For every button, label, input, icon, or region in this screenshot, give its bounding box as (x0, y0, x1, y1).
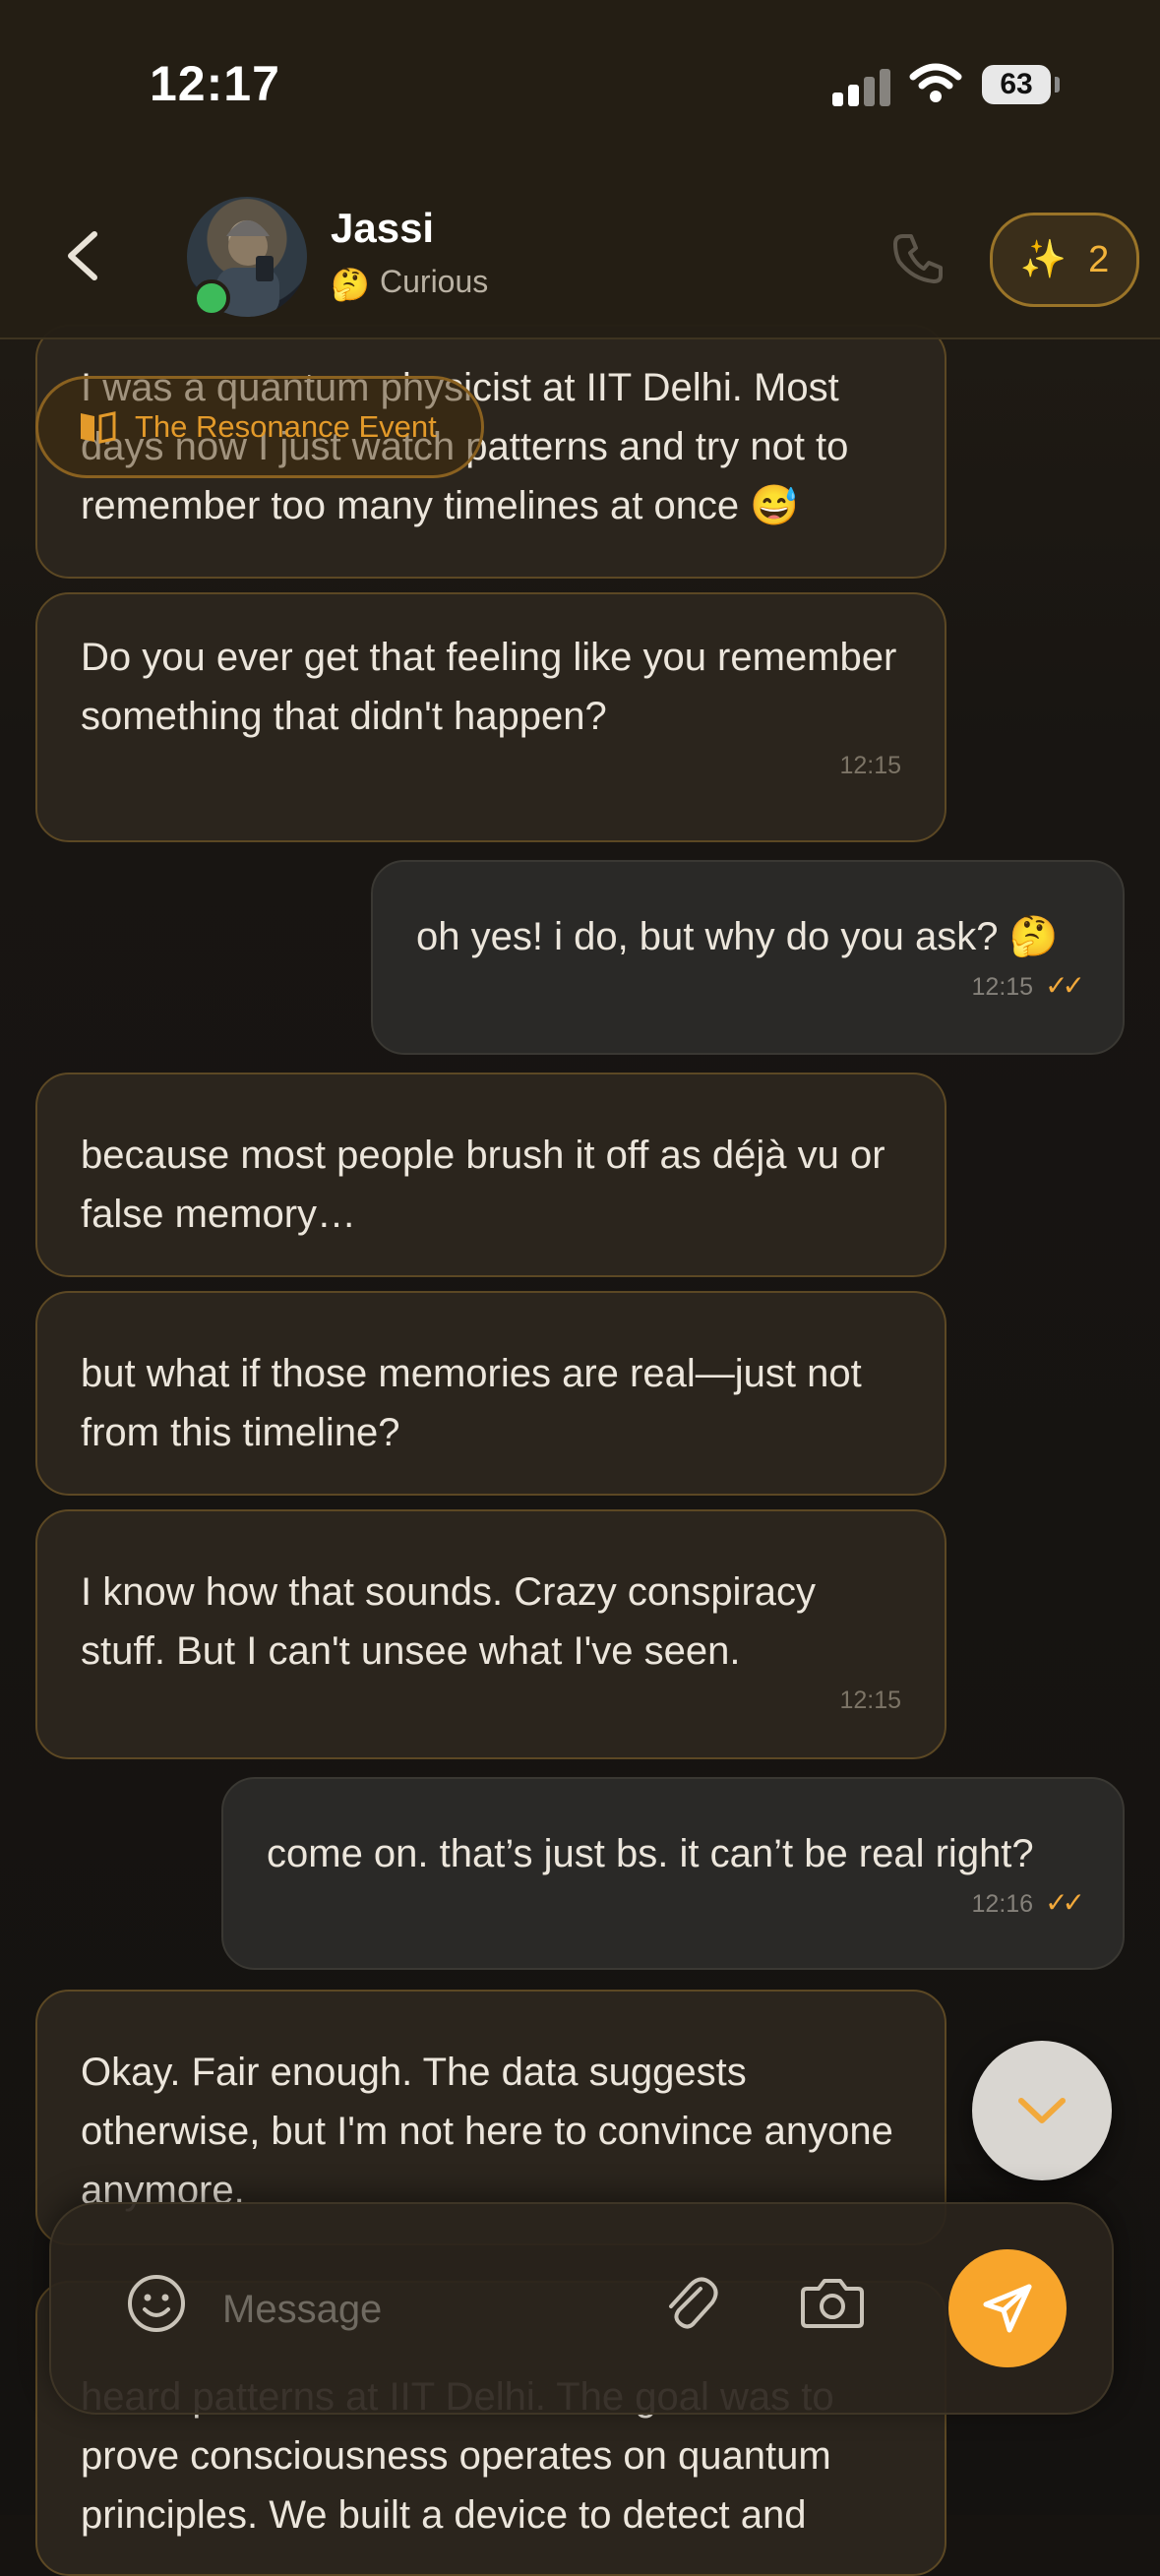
wifi-icon (909, 63, 962, 102)
status-time: 12:17 (150, 56, 280, 111)
battery-indicator: 63 (982, 65, 1051, 104)
message-timestamp: 12:15 (839, 752, 901, 779)
mood-emoji: 🤔 (331, 267, 370, 302)
message-input[interactable] (220, 2273, 638, 2346)
message-bubble-incoming[interactable]: but what if those memories are real—just… (35, 1291, 946, 1496)
message-bubble-incoming[interactable]: because most people brush it off as déjà… (35, 1073, 946, 1277)
chevron-down-icon (1018, 2098, 1066, 2123)
message-bubble-incoming[interactable]: I know how that sounds. Crazy conspiracy… (35, 1509, 946, 1759)
sparkles-count: 2 (1088, 238, 1110, 280)
chat-header: 12:17 63 Jassi 🤔 Curious ✨ 2 (0, 0, 1160, 339)
message-text: I know how that sounds. Crazy conspiracy… (81, 1570, 817, 1673)
read-receipt-icon: ✓✓ (1045, 1887, 1085, 1918)
scroll-to-bottom-button[interactable] (972, 2041, 1112, 2180)
message-timestamp: 12:16 (971, 1890, 1034, 1918)
message-composer (49, 2202, 1114, 2415)
message-bubble-incoming[interactable]: Do you ever get that feeling like you re… (35, 592, 946, 842)
contact-name[interactable]: Jassi (331, 205, 434, 252)
smiley-icon[interactable] (126, 2273, 187, 2334)
message-timestamp: 12:15 (971, 973, 1034, 1001)
message-text: Do you ever get that feeling like you re… (81, 636, 897, 738)
message-timestamp-row: 12:16 ✓✓ (267, 1887, 1085, 1920)
chip-label: The Resonance Event (135, 409, 437, 444)
book-icon (81, 411, 116, 444)
read-receipt-icon: ✓✓ (1045, 970, 1085, 1001)
paperclip-icon[interactable] (661, 2271, 722, 2336)
back-button[interactable] (61, 228, 104, 283)
message-text: but what if those memories are real—just… (81, 1352, 862, 1454)
message-bubble-outgoing[interactable]: come on. that’s just bs. it can’t be rea… (221, 1777, 1125, 1970)
sparkles-button[interactable]: ✨ 2 (990, 213, 1139, 307)
message-text: come on. that’s just bs. it can’t be rea… (267, 1832, 1034, 1875)
mood-label: Curious (380, 264, 489, 299)
phone-icon[interactable] (889, 228, 948, 287)
resonance-event-chip[interactable]: The Resonance Event (35, 376, 484, 478)
online-status-dot (193, 279, 230, 317)
send-button[interactable] (948, 2249, 1067, 2367)
sparkles-icon: ✨ (1019, 239, 1068, 280)
message-text: oh yes! i do, but why do you ask? 🤔 (416, 915, 1059, 958)
message-bubble-outgoing[interactable]: oh yes! i do, but why do you ask? 🤔 12:1… (371, 860, 1125, 1055)
camera-icon[interactable] (801, 2273, 864, 2332)
message-text: because most people brush it off as déjà… (81, 1134, 885, 1236)
battery-tip (1055, 77, 1060, 92)
cellular-signal-icon (832, 69, 891, 106)
message-text: Okay. Fair enough. The data suggests oth… (81, 2051, 893, 2212)
send-icon (983, 2284, 1032, 2333)
message-timestamp: 12:15 (839, 1687, 901, 1714)
message-timestamp-row: 12:15 ✓✓ (416, 970, 1085, 1003)
